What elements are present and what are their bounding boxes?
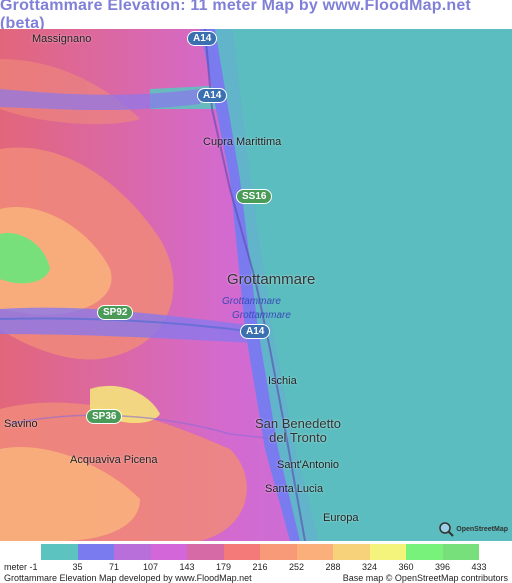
place-acquaviva-picena: Acquaviva Picena (70, 454, 158, 466)
legend-swatch (333, 544, 370, 560)
legend-swatch (114, 544, 151, 560)
legend-tick-label: 324 (361, 562, 378, 572)
place-cupra-marittima: Cupra Marittima (203, 136, 282, 148)
legend-swatch (77, 544, 114, 560)
osm-logo[interactable]: OpenStreetMap (438, 521, 508, 537)
road-shield-sp36: SP36 (86, 409, 123, 424)
legend-swatch (406, 544, 443, 560)
road-shield-a14: A14 (240, 324, 271, 339)
legend-swatch (41, 544, 78, 560)
legend-tick-label: 179 (215, 562, 232, 572)
legend-tick-label: 288 (325, 562, 341, 572)
map-title: Grottammare Elevation: 11 meter Map by w… (0, 0, 471, 32)
place-san-benedetto-line2: del Tronto (269, 430, 327, 445)
place-ischia: Ischia (268, 375, 297, 387)
legend-tick-label: 71 (108, 562, 120, 572)
place-europa: Europa (323, 512, 359, 524)
legend-tick-label: 252 (288, 562, 305, 572)
legend-tick-label: 143 (179, 562, 195, 572)
title-bar: Grottammare Elevation: 11 meter Map by w… (0, 0, 512, 32)
magnifier-icon (439, 522, 454, 537)
place-savino: Savino (4, 418, 38, 430)
place-santa-lucia: Santa Lucia (265, 483, 324, 495)
osm-logo-text: OpenStreetMap (456, 525, 508, 533)
elevation-legend: meter -1 35 71 107 143 179 216 252 288 324 360 396 4… (0, 541, 512, 583)
road-shield-a14: A14 (197, 88, 228, 103)
road-shield-ss16: SS16 (236, 189, 273, 204)
legend-tick-label: 433 (471, 562, 487, 572)
legend-tick-label: 360 (398, 562, 414, 572)
legend-swatch (296, 544, 333, 560)
legend-tick-label: 396 (434, 562, 451, 572)
road-shield-sp92: SP92 (97, 305, 134, 320)
legend-swatch (442, 544, 479, 560)
place-massignano: Massignano (32, 33, 92, 45)
legend-swatch (187, 544, 224, 560)
legend-swatch (369, 544, 406, 560)
legend-swatch (223, 544, 260, 560)
place-san-benedetto-line1: San Benedetto (255, 416, 342, 431)
road-shield-a14: A14 (187, 31, 218, 46)
place-san-benedetto: San Benedetto del Tronto (255, 417, 341, 445)
legend-swatch (150, 544, 187, 560)
place-grottammare: Grottammare (227, 271, 316, 288)
legend-tick-label: 216 (252, 562, 268, 572)
legend-tick-label: meter -1 (4, 562, 38, 572)
legend-swatch (260, 544, 297, 560)
legend-tick-label: 107 (142, 562, 159, 572)
legend-color-bar (41, 544, 479, 560)
elevation-map[interactable]: Massignano Cupra Marittima Grottammare G… (0, 29, 512, 541)
place-sant-antonio: Sant'Antonio (277, 459, 340, 471)
place-grottammare-small: Grottammare (222, 296, 281, 307)
legend-tick-label: 35 (72, 562, 83, 572)
place-grottammare-small: Grottammare (232, 310, 291, 321)
